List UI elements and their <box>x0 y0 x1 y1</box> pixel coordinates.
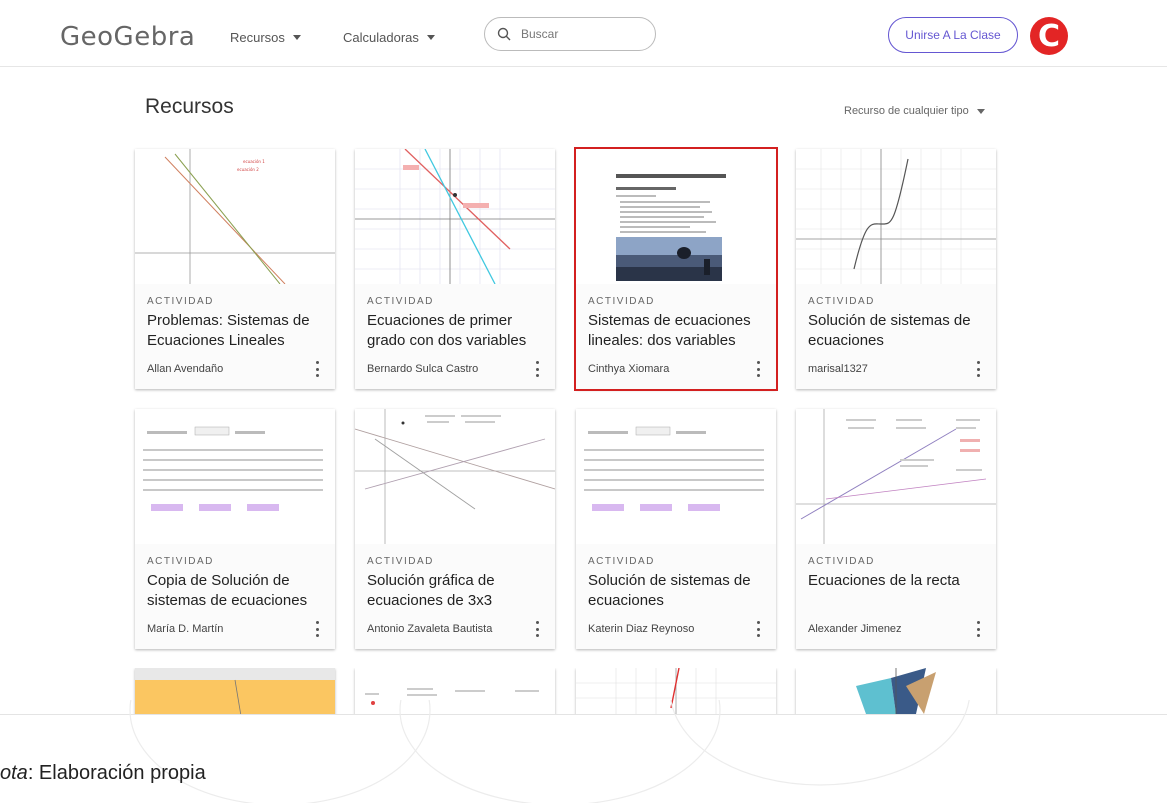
nav-recursos[interactable]: Recursos <box>230 30 301 45</box>
card-thumbnail <box>576 409 776 544</box>
card-type: ACTIVIDAD <box>808 296 875 307</box>
svg-text:ecuación 1: ecuación 1 <box>243 159 265 164</box>
join-class-button[interactable]: Unirse A La Clase <box>888 17 1018 53</box>
card-type: ACTIVIDAD <box>367 556 434 567</box>
card-type: ACTIVIDAD <box>147 556 214 567</box>
card-title[interactable]: Solución de sistemas de ecuaciones <box>588 571 764 611</box>
card-thumbnail <box>576 149 776 284</box>
resource-card[interactable]: ACTIVIDAD Solución gráfica de ecuaciones… <box>355 409 555 649</box>
card-body: ACTIVIDAD Sistemas de ecuaciones lineale… <box>576 284 776 389</box>
resource-type-filter-label: Recurso de cualquier tipo <box>844 105 969 117</box>
card-body: ACTIVIDAD Ecuaciones de primer grado con… <box>355 284 555 389</box>
card-body: ACTIVIDAD Solución de sistemas de ecuaci… <box>576 544 776 649</box>
more-options-icon[interactable] <box>315 361 319 377</box>
card-title[interactable]: Solución de sistemas de ecuaciones <box>808 311 984 351</box>
card-author[interactable]: Katerin Diaz Reynoso <box>588 623 694 635</box>
more-options-icon[interactable] <box>976 621 980 637</box>
card-thumbnail <box>796 149 996 284</box>
resource-card-selected[interactable]: ACTIVIDAD Sistemas de ecuaciones lineale… <box>574 147 778 391</box>
card-author[interactable]: Allan Avendaño <box>147 363 223 375</box>
footer-divider <box>0 714 1167 715</box>
figure-caption: ota: Elaboración propia <box>0 762 206 785</box>
card-thumbnail <box>796 668 996 715</box>
user-avatar[interactable]: C <box>1030 17 1068 55</box>
card-body: ACTIVIDAD Copia de Solución de sistemas … <box>135 544 335 649</box>
page-title: Recursos <box>145 95 234 118</box>
resource-card[interactable]: ACTIVIDAD Solución de sistemas de ecuaci… <box>796 149 996 389</box>
resource-card[interactable]: ecuación 1 ecuación 2 ACTIVIDAD Problema… <box>135 149 335 389</box>
card-body: ACTIVIDAD Ecuaciones de la recta Alexand… <box>796 544 996 649</box>
card-type: ACTIVIDAD <box>588 296 655 307</box>
card-thumbnail <box>355 668 555 715</box>
resource-type-filter[interactable]: Recurso de cualquier tipo <box>844 105 985 117</box>
card-author[interactable]: María D. Martín <box>147 623 223 635</box>
resource-card-partial[interactable] <box>355 668 555 715</box>
card-body: ACTIVIDAD Problemas: Sistemas de Ecuacio… <box>135 284 335 389</box>
card-thumbnail <box>355 149 555 284</box>
card-title[interactable]: Ecuaciones de la recta <box>808 571 984 591</box>
card-title[interactable]: Ecuaciones de primer grado con dos varia… <box>367 311 543 351</box>
resource-card-partial[interactable] <box>796 668 996 715</box>
card-type: ACTIVIDAD <box>367 296 434 307</box>
card-thumbnail <box>135 668 335 715</box>
caption-text: : Elaboración propia <box>27 762 206 784</box>
top-header: GeoGebra Recursos Calculadoras Unirse A … <box>0 0 1167 67</box>
more-options-icon[interactable] <box>315 621 319 637</box>
card-title[interactable]: Problemas: Sistemas de Ecuaciones Lineal… <box>147 311 323 351</box>
more-options-icon[interactable] <box>535 621 539 637</box>
search-icon <box>497 27 511 41</box>
search-input[interactable] <box>519 26 643 42</box>
geogebra-logo[interactable]: GeoGebra <box>60 22 195 52</box>
card-author[interactable]: Alexander Jimenez <box>808 623 902 635</box>
card-thumbnail <box>355 409 555 544</box>
card-type: ACTIVIDAD <box>588 556 655 567</box>
card-author[interactable]: Antonio Zavaleta Bautista <box>367 623 492 635</box>
partial-card-row <box>0 668 1167 715</box>
more-options-icon[interactable] <box>535 361 539 377</box>
card-title[interactable]: Solución gráfica de ecuaciones de 3x3 <box>367 571 543 611</box>
resource-card[interactable]: ACTIVIDAD Ecuaciones de la recta Alexand… <box>796 409 996 649</box>
more-options-icon[interactable] <box>756 621 760 637</box>
resource-card[interactable]: ACTIVIDAD Solución de sistemas de ecuaci… <box>576 409 776 649</box>
card-author[interactable]: Bernardo Sulca Castro <box>367 363 478 375</box>
card-thumbnail: ecuación 1 ecuación 2 <box>135 149 335 284</box>
card-type: ACTIVIDAD <box>147 296 214 307</box>
card-type: ACTIVIDAD <box>808 556 875 567</box>
chevron-down-icon <box>976 108 985 114</box>
card-author[interactable]: marisal1327 <box>808 363 868 375</box>
chevron-down-icon <box>426 35 435 40</box>
more-options-icon[interactable] <box>756 361 760 377</box>
card-body: ACTIVIDAD Solución gráfica de ecuaciones… <box>355 544 555 649</box>
search-box[interactable] <box>484 17 656 51</box>
card-title[interactable]: Copia de Solución de sistemas de ecuacio… <box>147 571 323 611</box>
resource-card[interactable]: ACTIVIDAD Ecuaciones de primer grado con… <box>355 149 555 389</box>
card-thumbnail <box>135 409 335 544</box>
watermark-decoration <box>129 700 970 803</box>
nav-calculadoras[interactable]: Calculadoras <box>343 30 435 45</box>
card-thumbnail <box>576 668 776 715</box>
nav-recursos-label: Recursos <box>230 30 285 45</box>
chevron-down-icon <box>292 35 301 40</box>
nav-calculadoras-label: Calculadoras <box>343 30 419 45</box>
card-author[interactable]: Cinthya Xiomara <box>588 363 669 375</box>
card-title[interactable]: Sistemas de ecuaciones lineales: dos var… <box>588 311 764 351</box>
caption-note-label: ota <box>0 762 28 784</box>
card-thumbnail <box>796 409 996 544</box>
card-body: ACTIVIDAD Solución de sistemas de ecuaci… <box>796 284 996 389</box>
svg-text:ecuación 2: ecuación 2 <box>237 167 259 172</box>
more-options-icon[interactable] <box>976 361 980 377</box>
resource-card-partial[interactable] <box>576 668 776 715</box>
resource-card[interactable]: ACTIVIDAD Copia de Solución de sistemas … <box>135 409 335 649</box>
resource-card-partial[interactable] <box>135 668 335 715</box>
